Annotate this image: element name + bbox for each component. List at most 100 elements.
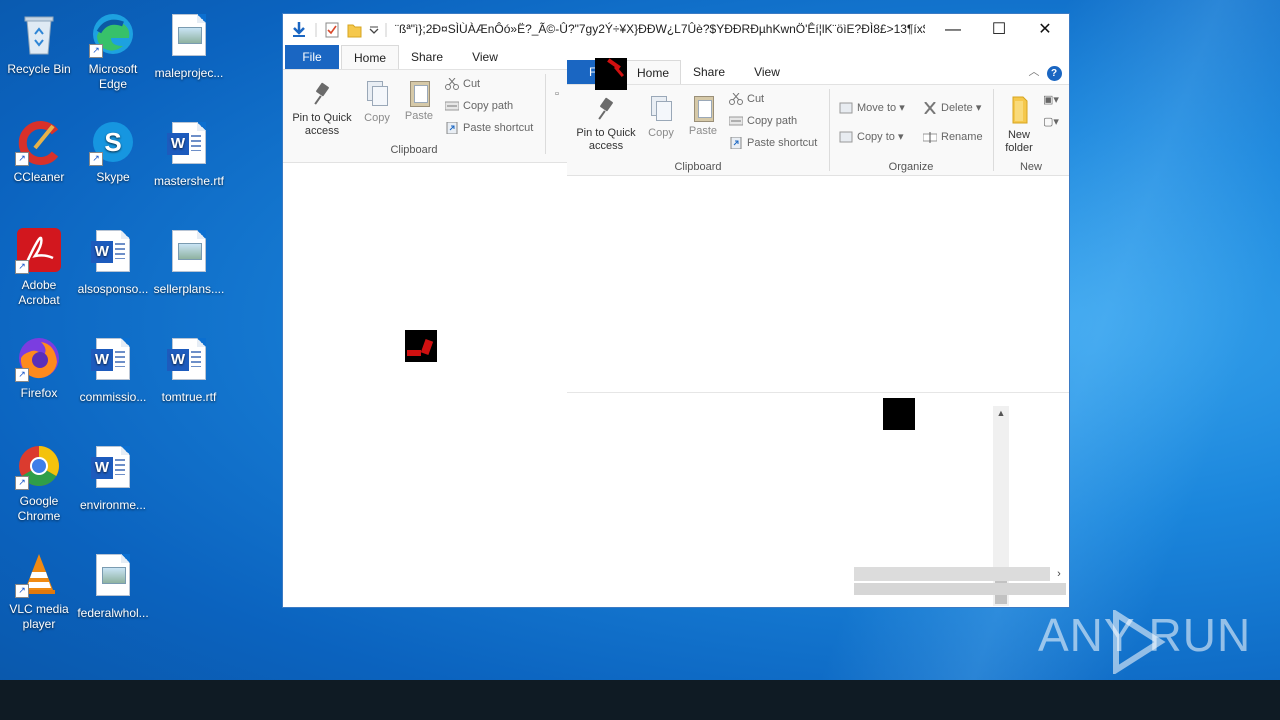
desktop-icon-label: environme... <box>79 498 147 512</box>
desktop-icon-google-chrome[interactable]: ↗ Google Chrome <box>1 442 77 524</box>
desktop-icon-label: CCleaner <box>13 170 65 184</box>
paste-label: Paste <box>688 125 718 137</box>
minimize-button[interactable]: — <box>930 14 976 45</box>
paste-button[interactable]: Paste <box>401 78 437 123</box>
truncated-icon: ▫ <box>555 88 559 100</box>
acrobat-icon: ↗ <box>15 226 63 274</box>
desktop-icon-skype[interactable]: S ↗ Skype <box>75 118 151 185</box>
paste-button[interactable]: Paste <box>685 93 721 138</box>
tab-file[interactable]: File <box>285 45 339 69</box>
desktop-icon-vlc[interactable]: ↗ VLC media player <box>1 550 77 632</box>
maximize-button[interactable]: ☐ <box>976 14 1022 45</box>
pin-to-quick-access-button[interactable]: Pin to Quick access <box>289 84 355 138</box>
group-separator <box>829 89 830 171</box>
desktop-icon-label: commissio... <box>79 390 147 404</box>
horizontal-scrollbar[interactable] <box>854 567 1050 581</box>
delete-button[interactable]: Delete ▾ <box>923 99 981 117</box>
glitch-artifact <box>595 58 627 90</box>
svg-text:S: S <box>104 127 121 157</box>
shortcut-arrow-icon: ↗ <box>15 260 29 274</box>
copy-label: Copy <box>364 112 390 124</box>
paste-shortcut-button[interactable]: Paste shortcut <box>729 134 817 152</box>
new-folder-button[interactable]: New folder <box>999 95 1039 155</box>
taskbar[interactable] <box>0 680 1280 720</box>
shortcut-arrow-icon: ↗ <box>15 476 29 490</box>
word-document-icon: W <box>89 338 137 386</box>
copy-path-button[interactable]: Copy path <box>728 112 797 130</box>
new-folder-label: New folder <box>1005 129 1033 154</box>
new-group-label: New <box>1019 161 1042 173</box>
copy-path-button[interactable]: Copy path <box>444 97 513 115</box>
play-logo-icon <box>1113 610 1166 674</box>
recycle-bin-icon <box>15 10 63 58</box>
close-button[interactable]: ✕ <box>1022 14 1068 45</box>
help-button[interactable]: ? <box>1045 60 1063 84</box>
copy-label: Copy <box>648 127 674 139</box>
edge-icon: ↗ <box>89 10 137 58</box>
image-file-icon <box>165 14 213 62</box>
shortcut-arrow-icon: ↗ <box>15 368 29 382</box>
scissors-icon <box>729 92 743 106</box>
scroll-up-arrow-icon[interactable]: ▲ <box>993 406 1009 420</box>
desktop-icon-label: Firefox <box>20 386 58 400</box>
copy-to-button[interactable]: Copy to ▾ <box>839 128 904 146</box>
desktop-icon-file-2[interactable]: W mastershe.rtf <box>151 118 227 189</box>
desktop-icon-firefox[interactable]: ↗ Firefox <box>1 334 77 401</box>
tab-share[interactable]: Share <box>399 45 455 69</box>
desktop-icon-label: VLC media player <box>9 602 69 631</box>
paste-shortcut-icon <box>445 121 459 135</box>
paste-shortcut-icon <box>729 136 743 150</box>
rename-button[interactable]: Rename <box>922 128 983 146</box>
cut-button[interactable]: Cut <box>445 75 480 93</box>
copy-icon <box>650 95 672 121</box>
chrome-icon: ↗ <box>15 442 63 490</box>
desktop-icon-file-7[interactable]: W environme... <box>75 442 151 513</box>
desktop-icon-file-6[interactable]: W tomtrue.rtf <box>151 334 227 405</box>
file-explorer-window[interactable]: ¨ßª"ì};2Ð¤SÌÙÀÆnÔó»Ë?_Ã©-Û?"7gy2Ý÷¥X}ÐÐW… <box>283 14 1069 607</box>
delete-x-icon <box>923 101 937 115</box>
horizontal-scrollbar-track <box>854 583 1066 595</box>
desktop-icon-label: maleprojec... <box>154 66 224 80</box>
copy-button[interactable]: Copy <box>359 80 395 125</box>
tab-view[interactable]: View <box>739 60 795 84</box>
new-item-icon[interactable]: ▣▾ <box>1043 91 1059 109</box>
desktop-icon-label: sellerplans.... <box>153 282 225 296</box>
desktop-icon-label: Microsoft Edge <box>88 62 138 91</box>
clipboard-group-label: Clipboard <box>390 144 438 156</box>
tab-home[interactable]: Home <box>625 60 681 85</box>
window-title: ¨ßª"ì};2Ð¤SÌÙÀÆnÔó»Ë?_Ã©-Û?"7gy2Ý÷¥X}ÐÐW… <box>395 22 925 36</box>
copy-button[interactable]: Copy <box>643 95 679 140</box>
desktop-icon-file-1[interactable]: maleprojec... <box>151 10 227 81</box>
tab-view[interactable]: View <box>457 45 513 69</box>
cut-button[interactable]: Cut <box>729 90 764 108</box>
tab-home[interactable]: Home <box>341 45 399 70</box>
desktop-icon-adobe-acrobat[interactable]: ↗ Adobe Acrobat <box>1 226 77 308</box>
desktop-icon-file-8[interactable]: federalwhol... <box>75 550 151 621</box>
pin-to-quick-access-button[interactable]: Pin to Quick access <box>573 99 639 153</box>
tab-share[interactable]: Share <box>681 60 737 84</box>
move-to-icon <box>839 102 853 114</box>
shortcut-arrow-icon: ↗ <box>89 152 103 166</box>
desktop-icon-recycle-bin[interactable]: Recycle Bin <box>1 10 77 77</box>
desktop-icon-file-3[interactable]: W alsosponso... <box>75 226 151 297</box>
ribbon-tabs-back: File Home Share View <box>285 45 567 70</box>
scroll-right-arrow-icon[interactable]: › <box>1052 567 1066 581</box>
move-to-button[interactable]: Move to ▾ <box>839 99 905 117</box>
title-bar[interactable]: ¨ßª"ì};2Ð¤SÌÙÀÆnÔó»Ë?_Ã©-Û?"7gy2Ý÷¥X}ÐÐW… <box>283 14 1069 45</box>
copy-path-icon <box>444 100 460 112</box>
desktop-icon-ccleaner[interactable]: ↗ CCleaner <box>1 118 77 185</box>
paste-label: Paste <box>404 110 434 122</box>
ribbon-tabs-front: Fi Home Share View ︿ ? <box>567 60 1069 85</box>
desktop-icon-microsoft-edge[interactable]: ↗ Microsoft Edge <box>75 10 151 92</box>
desktop-icon-file-4[interactable]: sellerplans.... <box>151 226 227 297</box>
anyrun-watermark: ANY RUN <box>1038 608 1251 674</box>
chevron-up-icon[interactable]: ︿ <box>1025 60 1043 84</box>
image-file-icon <box>89 554 137 602</box>
easy-access-icon[interactable]: ▢▾ <box>1043 113 1059 131</box>
word-document-icon: W <box>165 122 213 170</box>
copy-icon <box>366 80 388 106</box>
quick-access-toolbar <box>290 21 390 39</box>
paste-shortcut-button[interactable]: Paste shortcut <box>445 119 533 137</box>
content-divider <box>567 392 1069 393</box>
desktop-icon-file-5[interactable]: W commissio... <box>75 334 151 405</box>
